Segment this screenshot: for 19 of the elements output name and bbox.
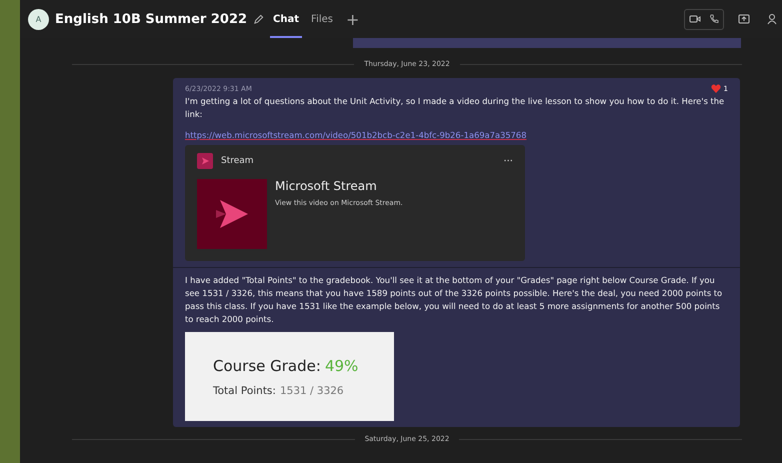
stream-logo-icon [197, 153, 213, 169]
pencil-icon[interactable] [253, 14, 264, 24]
heart-icon[interactable] [710, 84, 721, 93]
preview-title: Microsoft Stream [275, 179, 378, 193]
video-thumbnail [197, 179, 267, 249]
points-label: Total Points: [213, 384, 276, 396]
add-tab-button[interactable]: + [342, 10, 364, 28]
message-text: I'm getting a lot of questions about the Unit Activity, so I made a video during the live lesson to show you how to do it. Here's the link: [185, 95, 726, 121]
grade-value: 49% [324, 356, 358, 374]
more-options-button[interactable]: ··· [503, 156, 513, 166]
group-avatar: A [28, 8, 49, 30]
preview-source: Stream [221, 156, 254, 166]
points-value: 1531 / 3326 [280, 384, 344, 396]
chat-tab[interactable]: Files [308, 0, 336, 38]
chat-tab[interactable]: Chat [270, 0, 302, 38]
chat-title: English 10B Summer 2022 [55, 12, 248, 26]
message-text: I have added "Total Points" to the gradebook. You'll see it at the bottom of your "Grades" page right below Course Grade. If you see 1531 / 3326, this means that you have 1589 points out of the 3326 points possible. Here's the deal, you need 2000 points to pass this class. If you have 1531 like the example below, you will need to do at least 5 more assignments for another 500 points to reach 2000 points. [185, 274, 724, 326]
video-link[interactable]: https://web.microsoftstream.com/video/501b2bcb-c2e1-4bfc-9b26-1a69a7a35768 [185, 130, 526, 140]
grade-label: Course Grade: [213, 356, 321, 374]
